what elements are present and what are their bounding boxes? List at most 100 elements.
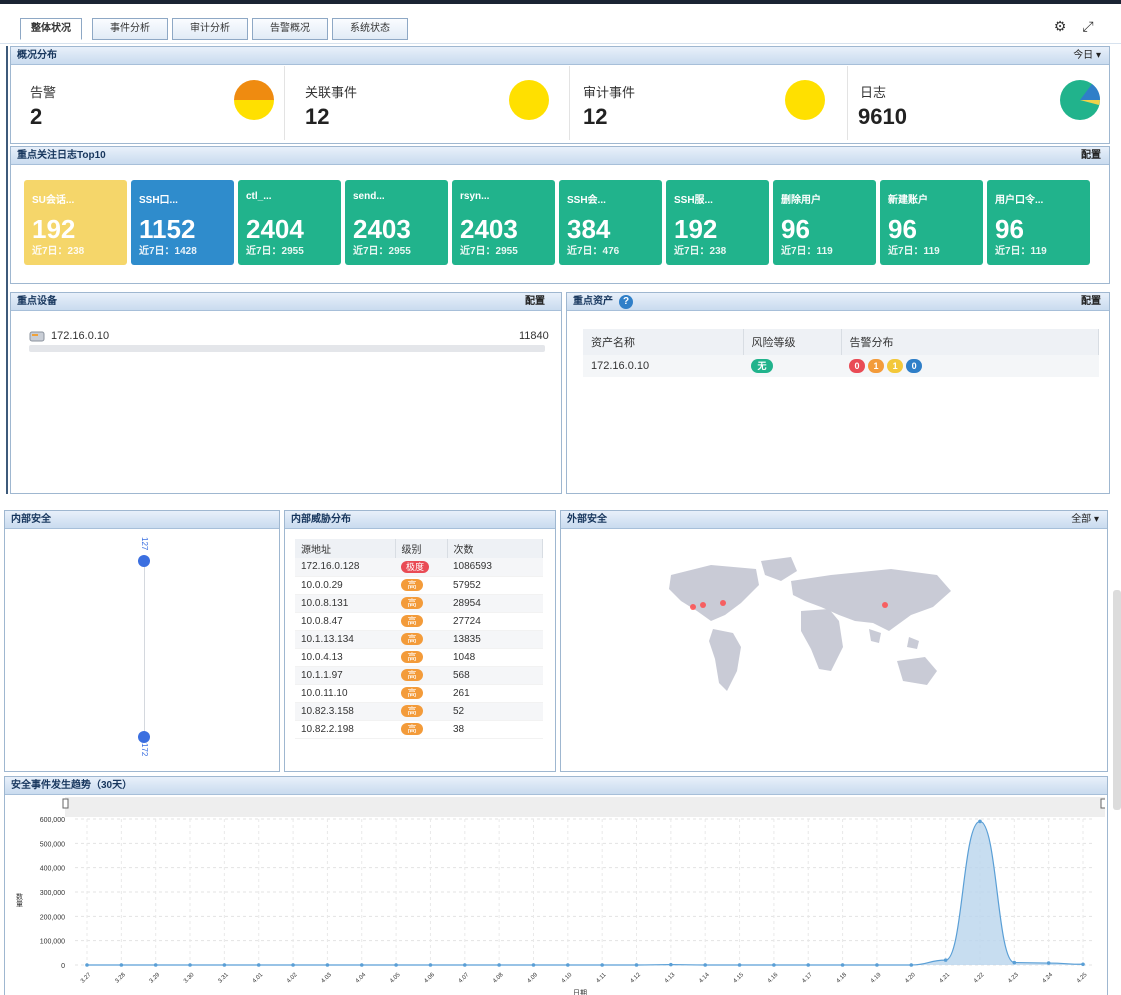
log-tile[interactable]: 新建账户 96 近7日：119 — [880, 180, 983, 265]
x-tick-label: 4.25 — [1076, 972, 1089, 985]
threat-distribution-panel: 内部威胁分布 源地址 级别 次数 172.16.0.128 极度 1086593 10… — [284, 510, 556, 772]
external-filter-dropdown[interactable]: 全部 ▾ — [1071, 511, 1099, 528]
x-tick-label: 3.31 — [217, 972, 230, 985]
log-tile[interactable]: rsyn... 2403 近7日：2955 — [452, 180, 555, 265]
x-tick-label: 4.09 — [527, 972, 540, 985]
x-tick-label: 4.04 — [355, 972, 368, 985]
trend-point — [875, 963, 879, 967]
threat-col-count: 次数 — [447, 539, 543, 558]
threat-level-cell: 高 — [395, 720, 447, 739]
stat-label: 告警 — [30, 85, 57, 100]
tab-system-status[interactable]: 系统状态 — [332, 18, 408, 40]
internal-node-bottom[interactable] — [138, 731, 150, 743]
assets-config-link[interactable]: 配置 — [1081, 293, 1101, 310]
log-tile[interactable]: 删除用户 96 近7日：119 — [773, 180, 876, 265]
alert-badge-medium[interactable]: 1 — [887, 359, 904, 373]
audit-pie-icon — [785, 80, 825, 120]
table-row[interactable]: 10.82.2.198 高 38 — [295, 720, 543, 739]
threat-col-level: 级别 — [395, 539, 448, 558]
device-count-bar — [29, 345, 545, 352]
frame-left-border — [6, 46, 8, 494]
table-row[interactable]: 172.16.0.128 极度 1086593 — [295, 558, 543, 577]
trend-point — [1046, 961, 1051, 965]
tile-value: 96 — [888, 214, 917, 244]
window-top-border — [0, 0, 1121, 4]
world-map — [669, 557, 951, 691]
devices-config-link[interactable]: 配置 — [525, 293, 545, 310]
top10-config-link[interactable]: 配置 — [1081, 147, 1101, 164]
trend-point — [119, 963, 124, 967]
log-tile[interactable]: SU会话... 192 近7日：238 — [24, 180, 127, 265]
overview-title: 概况分布 — [17, 50, 57, 61]
tile-value: 1152 — [139, 214, 196, 244]
log-tile[interactable]: ctl_... 2404 近7日：2955 — [238, 180, 341, 265]
threat-level-cell: 高 — [395, 648, 447, 667]
table-row[interactable]: 10.0.4.13 高 1048 — [295, 648, 543, 667]
table-row[interactable]: 172.16.0.10 无 0 1 1 0 — [583, 355, 1099, 377]
page-scrollbar[interactable] — [1113, 590, 1121, 810]
x-tick-label: 4.07 — [458, 972, 471, 985]
tab-event-analysis[interactable]: 事件分析 — [92, 18, 168, 40]
tile-7day: 近7日：1428 — [139, 246, 197, 257]
tile-value: 384 — [567, 214, 611, 244]
log-tile[interactable]: send... 2403 近7日：2955 — [345, 180, 448, 265]
tab-audit-analysis[interactable]: 审计分析 — [172, 18, 248, 40]
assets-title: 重点资产 — [573, 296, 613, 307]
trend-point — [256, 963, 261, 967]
log-tile[interactable]: SSH会... 384 近7日：476 — [559, 180, 662, 265]
threat-source-ip: 172.16.0.128 — [295, 558, 395, 577]
y-tick-label: 600,000 — [40, 817, 65, 824]
alert-badge-high[interactable]: 1 — [868, 359, 885, 373]
stat-label: 关联事件 — [305, 85, 358, 100]
threat-level-badge: 高 — [401, 705, 423, 717]
devices-header: 重点设备 配置 — [11, 293, 561, 311]
x-tick-label: 4.10 — [561, 972, 574, 985]
trend-point — [806, 963, 811, 967]
help-icon[interactable]: ? — [619, 295, 633, 309]
tab-overall[interactable]: 整体状况 — [20, 18, 82, 40]
x-tick-label: 4.22 — [973, 972, 986, 985]
log-tile[interactable]: SSH口... 1152 近7日：1428 — [131, 180, 234, 265]
range-dropdown[interactable]: 今日 ▾ — [1073, 47, 1101, 64]
x-tick-label: 3.30 — [183, 972, 196, 985]
threat-source-ip: 10.0.11.10 — [295, 684, 395, 703]
table-row[interactable]: 10.0.8.47 高 27724 — [295, 612, 543, 631]
x-tick-label: 4.20 — [904, 972, 917, 985]
trend-point — [428, 963, 433, 967]
x-tick-label: 4.08 — [492, 972, 505, 985]
internal-security-panel: 内部安全 127 172 — [4, 510, 280, 772]
alert-badge-critical[interactable]: 0 — [849, 359, 865, 373]
device-ip[interactable]: 172.16.0.10 — [51, 330, 109, 342]
table-row[interactable]: 10.1.13.134 高 13835 — [295, 630, 543, 649]
y-axis-label: 数量 — [16, 892, 24, 907]
trend-point — [600, 963, 604, 967]
threat-level-cell: 高 — [395, 684, 447, 703]
threat-level-badge: 高 — [401, 633, 423, 645]
table-row[interactable]: 10.0.8.131 高 28954 — [295, 594, 543, 613]
trend-point — [531, 963, 536, 967]
tile-name: SSH会... — [567, 195, 606, 206]
gear-icon[interactable]: ⚙ — [1052, 18, 1068, 34]
table-row[interactable]: 10.82.3.158 高 52 — [295, 702, 543, 721]
tab-alert-overview[interactable]: 告警概况 — [252, 18, 328, 40]
trend-point — [85, 963, 89, 967]
y-tick-label: 300,000 — [40, 890, 65, 897]
log-tile[interactable]: 用户口令... 96 近7日：119 — [987, 180, 1090, 265]
trend-point — [153, 963, 158, 967]
external-title: 外部安全 — [567, 514, 607, 525]
stat-label: 日志 — [860, 85, 887, 100]
log-tile[interactable]: SSH服... 192 近7日：238 — [666, 180, 769, 265]
trend-point — [222, 963, 227, 967]
table-row[interactable]: 10.1.1.97 高 568 — [295, 666, 543, 685]
threat-count: 13835 — [447, 630, 543, 649]
internal-node-top[interactable] — [138, 555, 150, 567]
threat-source-ip: 10.0.4.13 — [295, 648, 395, 667]
y-tick-label: 400,000 — [40, 866, 65, 873]
tile-name: ctl_... — [246, 191, 272, 202]
trend-point — [909, 963, 914, 967]
table-row[interactable]: 10.0.11.10 高 261 — [295, 684, 543, 703]
alert-badge-low[interactable]: 0 — [906, 359, 923, 373]
expand-icon[interactable]: ⤢ — [1080, 18, 1096, 34]
table-row[interactable]: 10.0.0.29 高 57952 — [295, 576, 543, 595]
threat-source-ip: 10.0.8.131 — [295, 594, 395, 613]
